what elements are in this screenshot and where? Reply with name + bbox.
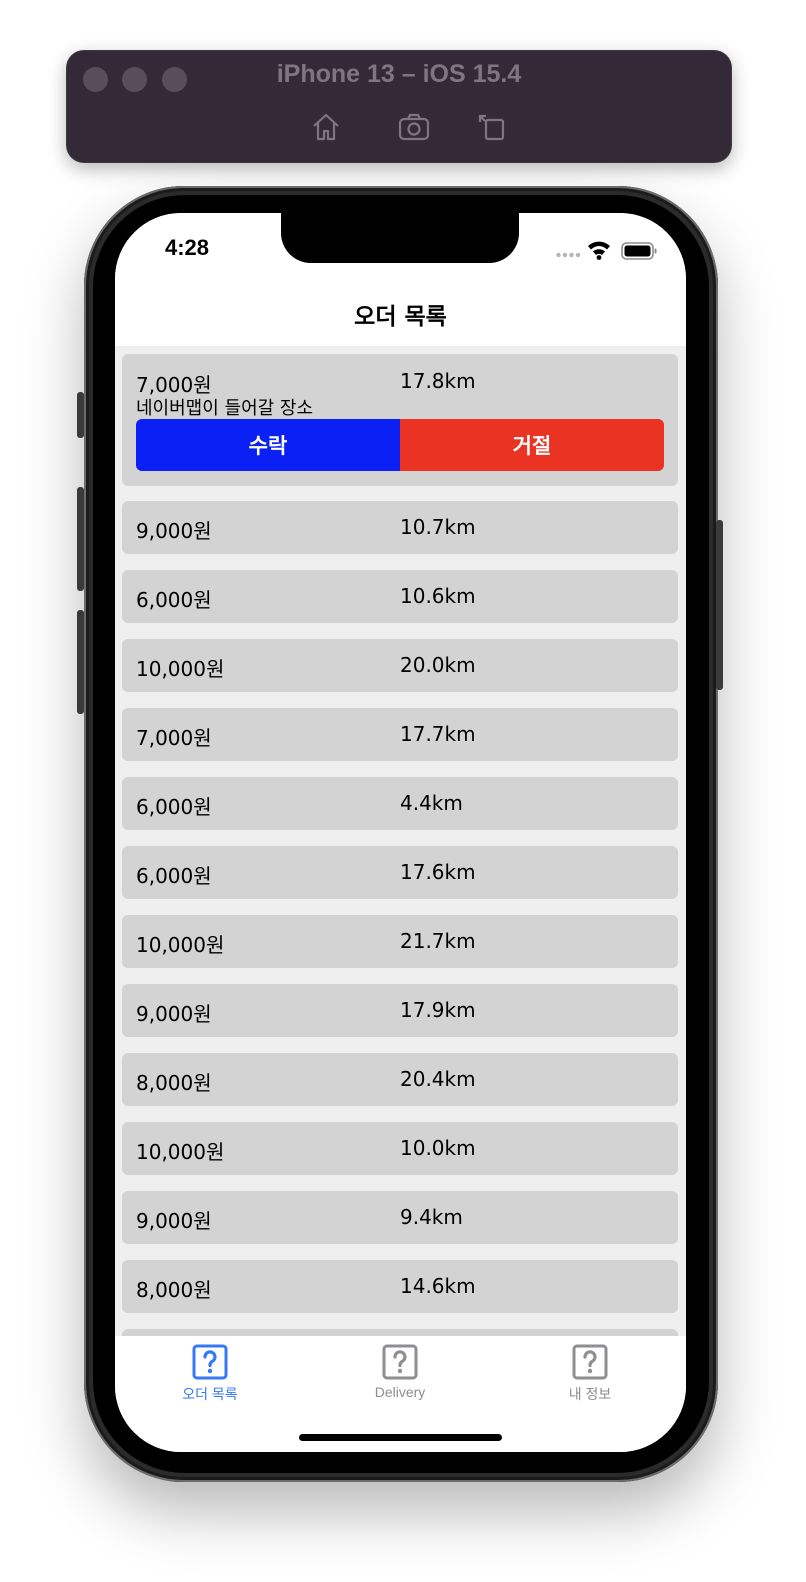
order-price: 8,000원 <box>136 1071 212 1095</box>
order-distance: 17.6km <box>400 860 476 884</box>
order-distance: 20.4km <box>400 1067 476 1091</box>
order-distance: 21.7km <box>400 929 476 953</box>
battery-icon <box>621 242 657 260</box>
map-placeholder-text: 네이버맵이 들어갈 장소 <box>136 398 314 419</box>
volume-up-button <box>77 487 84 591</box>
tab-label: 오더 목록 <box>182 1386 238 1402</box>
order-price: 9,000원 <box>136 519 212 543</box>
order-card[interactable]: 7,000원 17.7km <box>122 708 678 761</box>
question-icon <box>382 1344 418 1380</box>
order-card[interactable]: 8,000원 14.6km <box>122 1260 678 1313</box>
order-card[interactable]: 9,000원 9.4km <box>122 1191 678 1244</box>
order-price: 6,000원 <box>136 864 212 888</box>
order-distance: 10.0km <box>400 1136 476 1160</box>
accept-button[interactable]: 수락 <box>136 419 400 471</box>
order-card[interactable]: 6,000원 4.4km <box>122 777 678 830</box>
status-time: 4:28 <box>165 235 210 260</box>
order-distance: 14.6km <box>400 1274 476 1298</box>
order-distance: 10.7km <box>400 515 476 539</box>
order-distance: 17.9km <box>400 998 476 1022</box>
order-distance: 17.7km <box>400 722 476 746</box>
order-price: 10,000원 <box>136 933 225 957</box>
order-card[interactable]: 9,000원 10.7km <box>122 501 678 554</box>
order-price: 7,000원 <box>136 726 212 750</box>
signal-dots-icon <box>556 252 581 258</box>
tab-order-list[interactable]: 오더 목록 <box>115 1344 305 1404</box>
volume-down-button <box>77 610 84 714</box>
order-price: 9,000원 <box>136 1209 212 1233</box>
order-card[interactable]: 6,000원 17.6km <box>122 846 678 899</box>
order-card[interactable]: 10,000원 21.7km <box>122 915 678 968</box>
order-distance: 17.8km <box>400 369 476 393</box>
page-title: 오더 목록 <box>354 304 447 330</box>
order-price: 10,000원 <box>136 657 225 681</box>
question-icon <box>192 1344 228 1380</box>
order-list[interactable]: 7,000원 17.8km 네이버맵이 들어갈 장소 수락 거절 9,000원 … <box>115 346 686 1336</box>
order-card[interactable]: 9,000원 17.9km <box>122 984 678 1037</box>
order-distance: 9.4km <box>400 1205 463 1229</box>
question-icon <box>572 1344 608 1380</box>
home-indicator[interactable] <box>299 1434 502 1441</box>
order-price: 6,000원 <box>136 795 212 819</box>
mute-switch <box>77 392 84 438</box>
status-icons <box>556 239 658 261</box>
order-price: 6,000원 <box>136 588 212 612</box>
power-button <box>716 520 723 690</box>
simulator-title: iPhone 13 – iOS 15.4 <box>276 60 522 88</box>
order-card[interactable]: 6,000원 10.6km <box>122 570 678 623</box>
wifi-icon <box>588 241 610 260</box>
order-distance: 4.4km <box>400 791 463 815</box>
screenshot-icon[interactable] <box>397 110 431 144</box>
reject-button[interactable]: 거절 <box>400 419 664 471</box>
tab-my-info[interactable]: 내 정보 <box>495 1344 685 1404</box>
order-card-partial[interactable] <box>122 1329 678 1336</box>
order-price: 8,000원 <box>136 1278 212 1302</box>
tab-label: Delivery <box>374 1384 426 1400</box>
order-card[interactable]: 8,000원 20.4km <box>122 1053 678 1106</box>
order-price: 10,000원 <box>136 1140 225 1164</box>
app-screen: 오더 목록 4:28 7,000원 17.8km 네이버맵이 들어갈 장소 수락… <box>115 213 686 1452</box>
tab-label: 내 정보 <box>568 1386 612 1402</box>
notch <box>281 213 519 263</box>
tab-delivery[interactable]: Delivery <box>305 1344 495 1400</box>
order-price: 9,000원 <box>136 1002 212 1026</box>
order-card-expanded[interactable]: 7,000원 17.8km 네이버맵이 들어갈 장소 수락 거절 <box>122 354 678 486</box>
home-icon[interactable] <box>309 110 343 144</box>
order-card[interactable]: 10,000원 20.0km <box>122 639 678 692</box>
order-distance: 10.6km <box>400 584 476 608</box>
rotate-icon[interactable] <box>476 110 510 144</box>
order-card[interactable]: 10,000원 10.0km <box>122 1122 678 1175</box>
order-distance: 20.0km <box>400 653 476 677</box>
